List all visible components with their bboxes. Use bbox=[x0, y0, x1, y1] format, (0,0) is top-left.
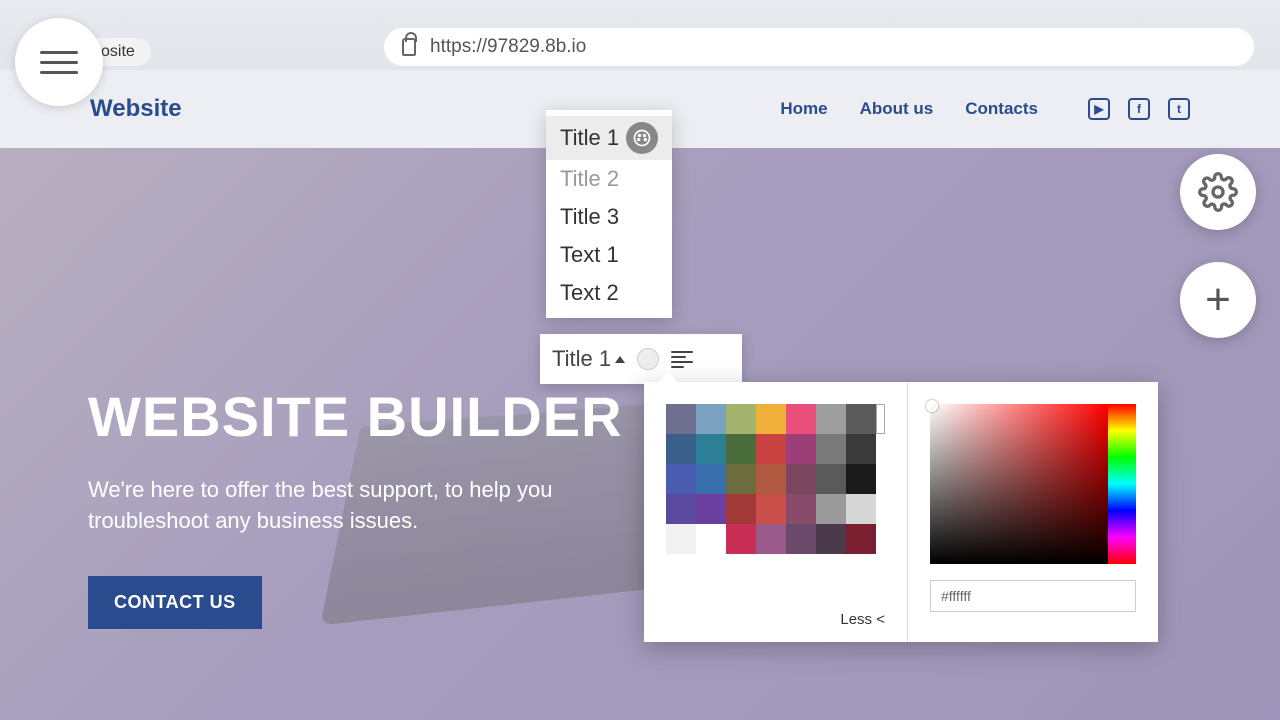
color-swatch[interactable] bbox=[696, 494, 726, 524]
color-swatch[interactable] bbox=[726, 524, 756, 554]
hero-content: WEBSITE BUILDER We're here to offer the … bbox=[88, 388, 648, 629]
color-swatch[interactable] bbox=[786, 434, 816, 464]
brand-title[interactable]: Website bbox=[90, 95, 182, 123]
settings-button[interactable] bbox=[1180, 154, 1256, 230]
color-swatch[interactable] bbox=[696, 404, 726, 434]
color-swatch[interactable] bbox=[816, 434, 846, 464]
facebook-icon[interactable]: f bbox=[1128, 98, 1150, 120]
color-swatch[interactable] bbox=[756, 524, 786, 554]
format-toolbar: Title 1 bbox=[540, 334, 742, 384]
sv-cursor[interactable] bbox=[926, 400, 938, 412]
color-swatch-panel: Less < bbox=[644, 382, 908, 642]
color-swatch[interactable] bbox=[786, 524, 816, 554]
style-option-title1[interactable]: Title 1 bbox=[546, 116, 672, 160]
color-swatch[interactable] bbox=[696, 434, 726, 464]
nav-link-home[interactable]: Home bbox=[780, 99, 827, 119]
align-left-icon[interactable] bbox=[671, 351, 693, 368]
color-swatch[interactable] bbox=[726, 434, 756, 464]
palette-icon[interactable] bbox=[626, 122, 658, 154]
color-swatch[interactable] bbox=[786, 494, 816, 524]
color-swatch[interactable] bbox=[756, 434, 786, 464]
color-swatch[interactable] bbox=[666, 494, 696, 524]
gear-icon bbox=[1198, 172, 1238, 212]
color-swatch[interactable] bbox=[846, 434, 876, 464]
style-option-title2[interactable]: Title 2 bbox=[546, 160, 672, 198]
color-swatch[interactable] bbox=[816, 464, 846, 494]
hero-title[interactable]: WEBSITE BUILDER bbox=[88, 388, 648, 447]
less-toggle[interactable]: Less < bbox=[840, 611, 885, 628]
hex-input[interactable] bbox=[930, 580, 1136, 612]
twitter-icon[interactable]: t bbox=[1168, 98, 1190, 120]
color-swatch[interactable] bbox=[756, 464, 786, 494]
hamburger-icon bbox=[40, 51, 78, 54]
color-swatch[interactable] bbox=[726, 494, 756, 524]
color-swatch[interactable] bbox=[666, 404, 696, 434]
caret-up-icon bbox=[615, 356, 625, 363]
color-gradient-panel bbox=[908, 382, 1158, 642]
color-swatch[interactable] bbox=[846, 464, 876, 494]
address-bar[interactable]: https://97829.8b.io bbox=[384, 28, 1254, 66]
color-swatch[interactable] bbox=[846, 524, 876, 554]
color-swatch[interactable] bbox=[816, 404, 846, 434]
color-swatch[interactable] bbox=[666, 464, 696, 494]
color-swatch[interactable] bbox=[666, 524, 696, 554]
color-swatch[interactable] bbox=[666, 434, 696, 464]
current-style-label: Title 1 bbox=[552, 346, 611, 372]
color-swatch[interactable] bbox=[786, 464, 816, 494]
white-swatch[interactable] bbox=[876, 404, 885, 434]
add-block-button[interactable]: + bbox=[1180, 262, 1256, 338]
color-swatch[interactable] bbox=[756, 404, 786, 434]
menu-button[interactable] bbox=[15, 18, 103, 106]
tab-label: osite bbox=[101, 43, 135, 60]
color-swatch[interactable] bbox=[816, 524, 846, 554]
social-icons: ▶ f t bbox=[1088, 98, 1190, 120]
color-swatch[interactable] bbox=[846, 494, 876, 524]
color-swatch[interactable] bbox=[816, 494, 846, 524]
hero-subtitle[interactable]: We're here to offer the best support, to… bbox=[88, 475, 648, 537]
style-option-label: Title 1 bbox=[560, 125, 619, 151]
url-text: https://97829.8b.io bbox=[430, 36, 586, 58]
color-swatch[interactable] bbox=[756, 494, 786, 524]
color-swatches bbox=[666, 404, 876, 554]
style-option-title3[interactable]: Title 3 bbox=[546, 198, 672, 236]
gradient-box bbox=[930, 404, 1136, 564]
color-swatch[interactable] bbox=[726, 464, 756, 494]
youtube-icon[interactable]: ▶ bbox=[1088, 98, 1110, 120]
contact-button[interactable]: CONTACT US bbox=[88, 576, 262, 629]
color-swatch[interactable] bbox=[696, 464, 726, 494]
text-style-dropdown: Title 1 Title 2 Title 3 Text 1 Text 2 bbox=[546, 110, 672, 318]
nav-right: Home About us Contacts ▶ f t bbox=[780, 98, 1190, 120]
browser-chrome: osite https://97829.8b.io bbox=[0, 0, 1280, 70]
color-swatch-button[interactable] bbox=[637, 348, 659, 370]
nav-link-about[interactable]: About us bbox=[860, 99, 934, 119]
nav-link-contacts[interactable]: Contacts bbox=[965, 99, 1038, 119]
style-option-text1[interactable]: Text 1 bbox=[546, 236, 672, 274]
color-swatch[interactable] bbox=[726, 404, 756, 434]
plus-icon: + bbox=[1205, 278, 1231, 322]
hue-slider[interactable] bbox=[1108, 404, 1136, 564]
style-selector[interactable]: Title 1 bbox=[552, 346, 625, 372]
color-picker-popover: Less < bbox=[644, 382, 1158, 642]
color-swatch[interactable] bbox=[846, 404, 876, 434]
color-swatch[interactable] bbox=[786, 404, 816, 434]
style-option-text2[interactable]: Text 2 bbox=[546, 274, 672, 312]
saturation-value-picker[interactable] bbox=[930, 404, 1108, 564]
lock-icon bbox=[402, 38, 416, 56]
